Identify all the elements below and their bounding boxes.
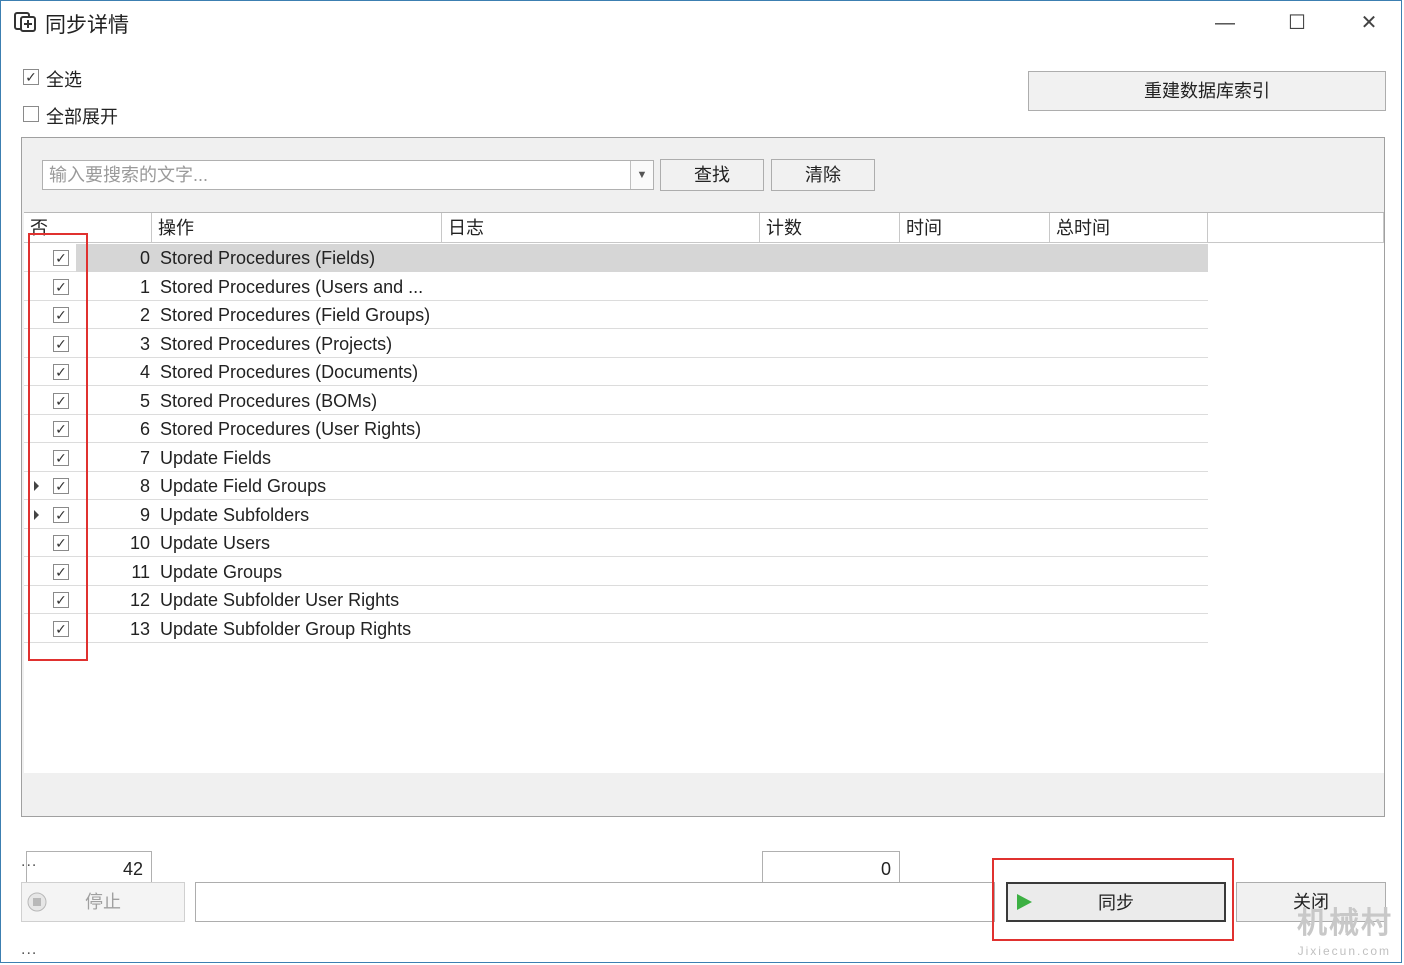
row-operation: Update Subfolder Group Rights: [160, 618, 412, 639]
sync-details-window: 同步详情 — ☐ ✕ ✓ 全选 全部展开 重建数据库索引 输入要搜索的文字...…: [0, 0, 1402, 963]
expand-all-checkbox[interactable]: [23, 106, 39, 122]
minimize-icon: —: [1215, 12, 1235, 34]
status-ellipsis-bottom: ...: [21, 941, 38, 958]
row-operation: Update Subfolders: [160, 504, 310, 525]
operations-table: 否 操作 日志 计数 时间 总时间 ✓ 0 Stored Procedures (F…: [24, 212, 1384, 887]
sync-operations-panel: 输入要搜索的文字... ▼ 查找 清除 否 操作 日志 计数 时间 总时间 ✓ 0…: [21, 137, 1385, 887]
row-operation: Update Fields: [160, 447, 272, 468]
window-title: 同步详情: [45, 14, 129, 37]
row-operation: Update Groups: [160, 561, 283, 582]
stop-button: 停止: [21, 882, 185, 922]
row-number: 11: [131, 561, 150, 582]
rebuild-index-button[interactable]: 重建数据库索引: [1028, 71, 1386, 111]
row-number: 0: [139, 248, 150, 268]
status-ellipsis-top: ...: [21, 853, 38, 870]
close-window-button[interactable]: ✕: [1347, 7, 1391, 39]
row-operation: Update Field Groups: [160, 476, 327, 496]
row-operation: Update Users: [160, 533, 271, 553]
stop-icon: [27, 892, 47, 912]
row-operation: Stored Procedures (Users and ...: [160, 276, 424, 297]
select-all-label: 全选: [46, 70, 82, 90]
search-input[interactable]: 输入要搜索的文字... ▼: [42, 160, 654, 190]
column-header-count[interactable]: 计数: [760, 213, 900, 243]
column-header-time[interactable]: 时间: [900, 213, 1050, 243]
column-header-log[interactable]: 日志: [442, 213, 760, 243]
row-number: 2: [139, 305, 150, 325]
table-row[interactable]: ✓ 6 Stored Procedures (User Rights): [24, 415, 1208, 443]
row-operation: Stored Procedures (BOMs): [160, 390, 378, 411]
row-operation: Update Subfolder User Rights: [160, 590, 400, 610]
table-row[interactable]: ✓ 10 Update Users: [24, 529, 1208, 557]
table-row[interactable]: ✓ 1 Stored Procedures (Users and ...: [24, 273, 1208, 301]
stop-button-label: 停止: [85, 892, 121, 912]
row-operation: Stored Procedures (Projects): [160, 333, 393, 354]
row-number: 12: [129, 590, 150, 610]
row-number: 1: [139, 276, 150, 297]
table-row[interactable]: ✓ 12 Update Subfolder User Rights: [24, 586, 1208, 614]
row-number: 3: [139, 333, 150, 354]
row-number: 7: [139, 447, 150, 468]
maximize-button[interactable]: ☐: [1275, 7, 1319, 39]
table-row[interactable]: ✓ 0 Stored Procedures (Fields): [24, 244, 1208, 272]
row-number: 4: [139, 362, 150, 382]
maximize-icon: ☐: [1288, 12, 1306, 34]
checkbox-column-highlight: [28, 233, 88, 661]
expand-all-label: 全部展开: [46, 107, 118, 127]
table-row[interactable]: ✓ 11 Update Groups: [24, 558, 1208, 586]
close-icon: ✕: [1360, 12, 1378, 34]
row-operation: Stored Procedures (Fields): [160, 248, 376, 268]
sync-button-highlight: [992, 858, 1234, 941]
row-number: 6: [139, 419, 150, 439]
row-number: 9: [139, 504, 150, 525]
row-operation: Stored Procedures (Documents): [160, 362, 419, 382]
row-operation: Stored Procedures (User Rights): [160, 419, 422, 439]
row-number: 8: [139, 476, 150, 496]
app-icon: [14, 12, 36, 32]
table-row[interactable]: ✓ 7 Update Fields: [24, 444, 1208, 472]
row-number: 10: [129, 533, 150, 553]
table-row[interactable]: ✓ 3 Stored Procedures (Projects): [24, 330, 1208, 358]
clear-button[interactable]: 清除: [771, 159, 875, 191]
row-number: 5: [139, 390, 150, 411]
table-row[interactable]: ✓ 5 Stored Procedures (BOMs): [24, 387, 1208, 415]
minimize-button[interactable]: —: [1203, 7, 1247, 39]
row-operation: Stored Procedures (Field Groups): [160, 305, 431, 325]
chevron-down-icon: ▼: [636, 169, 648, 181]
row-number: 13: [129, 618, 150, 639]
select-all-checkbox[interactable]: ✓: [23, 69, 39, 85]
column-header-operation[interactable]: 操作: [152, 213, 442, 243]
table-row[interactable]: ✓ 8 Update Field Groups: [24, 472, 1208, 500]
search-dropdown-button[interactable]: ▼: [630, 161, 653, 189]
title-bar: 同步详情 — ☐ ✕: [1, 1, 1401, 45]
watermark-url: Jixiecun.com: [1297, 944, 1391, 958]
progress-bar: [195, 882, 995, 922]
table-row[interactable]: ✓ 13 Update Subfolder Group Rights: [24, 615, 1208, 643]
table-row[interactable]: ✓ 4 Stored Procedures (Documents): [24, 358, 1208, 386]
table-row[interactable]: ✓ 2 Stored Procedures (Field Groups): [24, 301, 1208, 329]
table-row[interactable]: ✓ 9 Update Subfolders: [24, 501, 1208, 529]
watermark-logo: 机械村: [1297, 907, 1393, 940]
column-header-total-time[interactable]: 总时间: [1050, 213, 1208, 243]
find-button[interactable]: 查找: [660, 159, 764, 191]
column-header-filler: [1208, 213, 1384, 243]
search-placeholder: 输入要搜索的文字...: [49, 165, 209, 185]
